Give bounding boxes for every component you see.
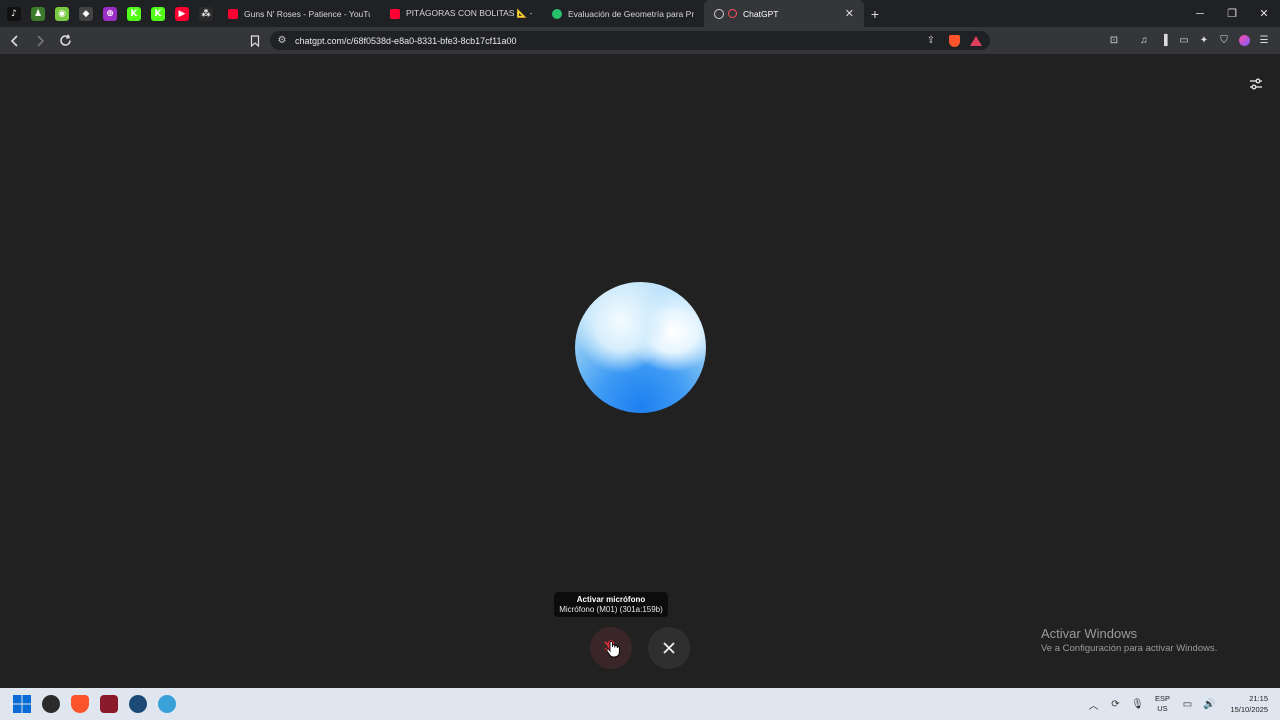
hand-cursor-icon bbox=[606, 640, 620, 658]
lang-code: ESP bbox=[1154, 694, 1170, 703]
tab-strip: ♪ ♟ ◉ ◆ ⊕ K K ▶ ⁂ Guns N' Roses - Patience - You… bbox=[0, 0, 1280, 27]
app-5-icon: ⊕ bbox=[103, 6, 117, 21]
keyboard-layout: US bbox=[1157, 704, 1168, 713]
brave-rewards-icon[interactable] bbox=[968, 31, 984, 50]
chatgpt-icon bbox=[714, 8, 724, 19]
menu-icon[interactable]: ☰ bbox=[1254, 31, 1274, 51]
tooltip-title: Activar micrófono bbox=[576, 595, 646, 604]
tooltip-subtitle: Micrófono (M01) (301a:159b) bbox=[559, 605, 663, 614]
tiktok-icon: ♪ bbox=[7, 6, 21, 21]
minimize-button[interactable]: ─ bbox=[1184, 0, 1216, 27]
app-tab-4[interactable]: ◆ bbox=[74, 0, 98, 27]
voice-mode-page: Activar micrófono Micrófono (M01) (301a:… bbox=[0, 54, 1280, 688]
tab-chatgpt[interactable]: ChatGPT ✕ bbox=[704, 0, 864, 27]
taskbar-app-6[interactable] bbox=[152, 688, 181, 720]
kick-1-icon: K bbox=[127, 6, 141, 21]
share-icon[interactable]: ⇪ bbox=[924, 31, 938, 50]
reload-icon bbox=[59, 34, 71, 46]
new-tab-button[interactable]: + bbox=[864, 0, 886, 27]
youtube-pinned-icon: ▶ bbox=[175, 6, 189, 21]
toolbar-extensions: ⊡ ♫ ▐ ▭ ✦ ⛉ ☰ bbox=[1104, 27, 1274, 54]
end-voice-button[interactable] bbox=[648, 627, 690, 669]
sync-icon[interactable]: ⟳ bbox=[1104, 688, 1126, 720]
app-2-icon: ♟ bbox=[31, 6, 45, 21]
youtube-icon bbox=[228, 8, 238, 19]
globe-icon bbox=[157, 695, 176, 713]
tab-label: ChatGPT bbox=[743, 8, 779, 19]
url-text: chatgpt.com/c/68f0538d-e8a0-8331-bfe3-8c… bbox=[295, 35, 517, 46]
date: 15/10/2025 bbox=[1230, 705, 1268, 714]
app-tab-9[interactable]: ⁂ bbox=[194, 0, 218, 27]
recording-indicator-icon bbox=[728, 9, 737, 18]
windows-logo-icon bbox=[12, 695, 31, 713]
pinned-tabs: ♪ ♟ ◉ ◆ ⊕ K K ▶ ⁂ bbox=[0, 0, 218, 27]
watermark-title: Activar Windows bbox=[1041, 626, 1138, 641]
taskbar-app-4[interactable] bbox=[94, 688, 123, 720]
taskbar-app-brave[interactable] bbox=[65, 688, 94, 720]
microphone-icon[interactable]: 🎙 bbox=[1126, 688, 1148, 720]
time: 21:15 bbox=[1249, 694, 1268, 703]
kick-tab-1[interactable]: K bbox=[122, 0, 146, 27]
reload-button[interactable] bbox=[55, 31, 75, 51]
windows-activation-watermark: Activar Windows Ve a Configuración para … bbox=[1041, 626, 1217, 654]
address-bar[interactable]: ⚙ chatgpt.com/c/68f0538d-e8a0-8331-bfe3-… bbox=[270, 31, 990, 50]
bookmark-icon[interactable] bbox=[248, 31, 262, 50]
app-tab-3[interactable]: ◉ bbox=[50, 0, 74, 27]
app-4-icon: ◆ bbox=[79, 6, 93, 21]
back-button[interactable] bbox=[5, 31, 25, 51]
app-3-icon: ◉ bbox=[55, 6, 69, 21]
close-window-button[interactable]: ✕ bbox=[1248, 0, 1280, 27]
network-icon[interactable]: ▭ bbox=[1176, 688, 1198, 720]
youtube-icon bbox=[390, 8, 400, 19]
voice-settings-button[interactable] bbox=[1248, 76, 1264, 92]
tab-label: Evaluación de Geometría para Primer bbox=[568, 8, 694, 19]
volume-icon[interactable]: 🔊 bbox=[1198, 688, 1220, 720]
window-controls: ─ ❐ ✕ bbox=[1184, 0, 1280, 27]
tab-evaluacion-geometria[interactable]: Evaluación de Geometría para Primer bbox=[542, 0, 704, 27]
watermark-subtitle: Ve a Configuración para activar Windows. bbox=[1041, 643, 1218, 654]
youtube-pinned-tab[interactable]: ▶ bbox=[170, 0, 194, 27]
tab-search-icon[interactable]: ⊡ bbox=[1104, 31, 1124, 51]
forward-button[interactable] bbox=[30, 31, 50, 51]
geometry-app-icon bbox=[552, 8, 562, 19]
app-tab-2[interactable]: ♟ bbox=[26, 0, 50, 27]
brave-shields-icon[interactable] bbox=[946, 31, 962, 50]
sidebar-icon[interactable]: ▐ bbox=[1154, 31, 1174, 51]
app-tab-5[interactable]: ⊕ bbox=[98, 0, 122, 27]
tab-guns-n-roses[interactable]: Guns N' Roses - Patience - YouTube bbox=[218, 0, 380, 27]
tab-label: PITÁGORAS CON BOLITAS 📐 - YouT bbox=[406, 8, 532, 18]
tiktok-tab[interactable]: ♪ bbox=[2, 0, 26, 27]
clock[interactable]: 21:15 15/10/2025 bbox=[1230, 693, 1268, 715]
taskbar-app-steam[interactable] bbox=[123, 688, 152, 720]
voice-orb bbox=[575, 282, 706, 413]
chevron-left-icon bbox=[10, 34, 18, 47]
kick-2-icon: K bbox=[151, 6, 165, 21]
extension-icon[interactable] bbox=[1234, 31, 1254, 51]
kick-tab-2[interactable]: K bbox=[146, 0, 170, 27]
restore-button[interactable]: ❐ bbox=[1216, 0, 1248, 27]
chevron-up-icon[interactable]: ︿ bbox=[1082, 688, 1104, 720]
app-icon bbox=[99, 695, 118, 713]
leo-ai-icon[interactable]: ✦ bbox=[1194, 31, 1214, 51]
language-indicator[interactable]: ESP US bbox=[1148, 694, 1176, 714]
chevron-right-icon bbox=[37, 34, 45, 47]
mic-tooltip: Activar micrófono Micrófono (M01) (301a:… bbox=[554, 592, 668, 617]
vpn-shield-icon[interactable]: ⛉ bbox=[1214, 31, 1234, 51]
system-tray: ︿ ⟳ 🎙 ESP US ▭ 🔊 21:15 15/10/2025 bbox=[1082, 688, 1280, 720]
app-9-icon: ⁂ bbox=[199, 6, 213, 21]
tab-pitagoras[interactable]: PITÁGORAS CON BOLITAS 📐 - YouT bbox=[380, 0, 542, 27]
steam-icon bbox=[128, 695, 147, 713]
taskbar-app-obs[interactable] bbox=[36, 688, 65, 720]
obs-icon bbox=[41, 695, 60, 713]
sliders-icon bbox=[1250, 78, 1262, 90]
close-tab-icon[interactable]: ✕ bbox=[845, 7, 854, 20]
media-controls-icon[interactable]: ♫ bbox=[1134, 31, 1154, 51]
site-settings-icon[interactable]: ⚙ bbox=[276, 31, 288, 50]
start-button[interactable] bbox=[7, 688, 36, 720]
tab-label: Guns N' Roses - Patience - YouTube bbox=[244, 8, 370, 19]
wallet-icon[interactable]: ▭ bbox=[1174, 31, 1194, 51]
brave-icon bbox=[70, 695, 89, 713]
close-icon bbox=[663, 642, 675, 654]
